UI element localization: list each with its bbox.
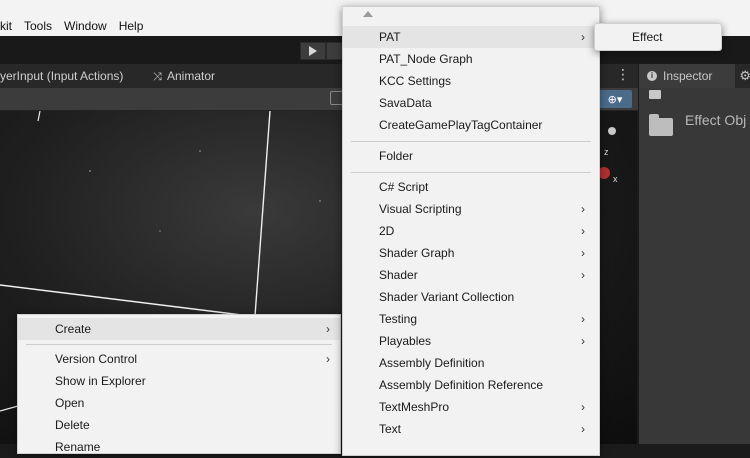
create-submenu: PAT › PAT_Node Graph KCC Settings SavaDa…	[342, 6, 600, 456]
chevron-right-icon: ›	[581, 334, 585, 348]
chevron-right-icon: ›	[326, 352, 330, 366]
menu-item-shader[interactable]: Shader ›	[343, 264, 599, 286]
menu-tools[interactable]: Tools	[18, 19, 58, 33]
menu-item-label: Effect	[632, 30, 663, 44]
menu-item-label: Assembly Definition	[379, 356, 485, 370]
menu-item-effect[interactable]: Effect	[595, 26, 721, 48]
menu-item-label: TextMeshPro	[379, 400, 450, 414]
menu-item-label: PAT_Node Graph	[379, 52, 473, 66]
menu-item-label: Folder	[379, 149, 414, 163]
folder-icon	[649, 114, 673, 136]
menu-separator	[26, 344, 332, 345]
animator-icon: ⤨	[153, 71, 162, 83]
gizmo-icon[interactable]: ⊕▾	[598, 90, 632, 108]
menu-item-label: Playables	[379, 334, 432, 348]
chevron-right-icon: ›	[581, 30, 585, 44]
menu-item-kcc-settings[interactable]: KCC Settings	[343, 70, 599, 92]
menu-item-label: Shader	[379, 268, 418, 282]
menu-item-pat-node-graph[interactable]: PAT_Node Graph	[343, 48, 599, 70]
menu-item-label: Text	[379, 422, 402, 436]
menu-item-playables[interactable]: Playables ›	[343, 330, 599, 352]
menu-item-pat[interactable]: PAT ›	[343, 26, 599, 48]
menu-item-2d[interactable]: 2D ›	[343, 220, 599, 242]
menu-item-label: SavaData	[379, 96, 432, 110]
chevron-right-icon: ›	[581, 422, 585, 436]
menu-item-text[interactable]: Text ›	[343, 418, 599, 440]
menu-item-label: 2D	[379, 224, 395, 238]
menu-item-label: C# Script	[379, 180, 429, 194]
menu-toolkit[interactable]: kit	[0, 19, 18, 33]
menu-item-create-gameplay-tag-container[interactable]: CreateGamePlayTagContainer	[343, 114, 599, 136]
inspector-tab-label: Inspector	[663, 69, 713, 83]
menu-item-label: Visual Scripting	[379, 202, 462, 216]
menu-item-label: Testing	[379, 312, 418, 326]
chevron-right-icon: ›	[581, 268, 585, 282]
menu-item-rename[interactable]: Rename	[18, 436, 340, 458]
menu-item-shader-variant-collection[interactable]: Shader Variant Collection	[343, 286, 599, 308]
info-icon: i	[647, 71, 657, 81]
menu-item-label: Version Control	[55, 352, 138, 366]
tab-animator[interactable]: ⤨ Animator	[153, 69, 215, 84]
menu-item-label: Shader Graph	[379, 246, 455, 260]
chevron-right-icon: ›	[326, 322, 330, 336]
more-options-icon[interactable]: ⋮	[616, 66, 630, 83]
menu-help[interactable]: Help	[113, 19, 150, 33]
play-button[interactable]	[300, 42, 326, 60]
chevron-right-icon: ›	[581, 400, 585, 414]
scroll-up-arrow-icon[interactable]	[363, 11, 373, 17]
menu-item-csharp-script[interactable]: C# Script	[343, 176, 599, 198]
inspector-header: Effect Obj	[639, 104, 750, 150]
menu-item-textmeshpro[interactable]: TextMeshPro ›	[343, 396, 599, 418]
menu-item-shader-graph[interactable]: Shader Graph ›	[343, 242, 599, 264]
menu-item-label: Delete	[55, 418, 90, 432]
menu-item-label: PAT	[379, 30, 401, 44]
menu-item-label: Shader Variant Collection	[379, 290, 515, 304]
gear-icon[interactable]: ⚙	[739, 68, 750, 84]
menu-item-label: Create	[55, 322, 92, 336]
menu-window[interactable]: Window	[58, 19, 113, 33]
menu-item-label: Show in Explorer	[55, 374, 146, 388]
menu-separator	[351, 141, 591, 142]
chevron-right-icon: ›	[581, 224, 585, 238]
menu-item-folder[interactable]: Folder	[343, 145, 599, 167]
menu-item-savadata[interactable]: SavaData	[343, 92, 599, 114]
folder-icon	[649, 90, 661, 99]
menu-item-label: Open	[55, 396, 85, 410]
tab-inspector[interactable]: i Inspector	[639, 64, 735, 88]
menu-item-testing[interactable]: Testing ›	[343, 308, 599, 330]
inspector-tabbar: i Inspector ⚙	[639, 64, 750, 88]
chevron-right-icon: ›	[581, 202, 585, 216]
menu-separator	[351, 172, 591, 173]
menu-item-delete[interactable]: Delete	[18, 414, 340, 436]
menu-item-label: KCC Settings	[379, 74, 452, 88]
inspector-object-title: Effect Obj	[685, 112, 747, 128]
menu-item-label: Rename	[55, 440, 101, 454]
chevron-right-icon: ›	[581, 312, 585, 326]
tab-input-actions[interactable]: yerInput (Input Actions)	[0, 69, 123, 83]
menu-item-label: CreateGamePlayTagContainer	[379, 118, 543, 132]
menu-item-version-control[interactable]: Version Control ›	[18, 348, 340, 370]
svg-text:x: x	[613, 174, 618, 184]
chevron-right-icon: ›	[581, 246, 585, 260]
menu-item-create[interactable]: Create ›	[18, 318, 340, 340]
menu-item-assembly-definition[interactable]: Assembly Definition	[343, 352, 599, 374]
menu-item-visual-scripting[interactable]: Visual Scripting ›	[343, 198, 599, 220]
pat-submenu: Effect	[594, 23, 722, 51]
menu-item-open[interactable]: Open	[18, 392, 340, 414]
project-context-menu: Create › Version Control › Show in Explo…	[17, 314, 341, 454]
menu-item-show-in-explorer[interactable]: Show in Explorer	[18, 370, 340, 392]
play-icon	[309, 46, 317, 56]
menu-item-assembly-definition-reference[interactable]: Assembly Definition Reference	[343, 374, 599, 396]
menu-item-label: Assembly Definition Reference	[379, 378, 544, 392]
tab-animator-label: Animator	[167, 69, 216, 83]
svg-text:z: z	[604, 147, 609, 157]
inspector-panel: i Inspector ⚙ Effect Obj	[638, 64, 750, 444]
